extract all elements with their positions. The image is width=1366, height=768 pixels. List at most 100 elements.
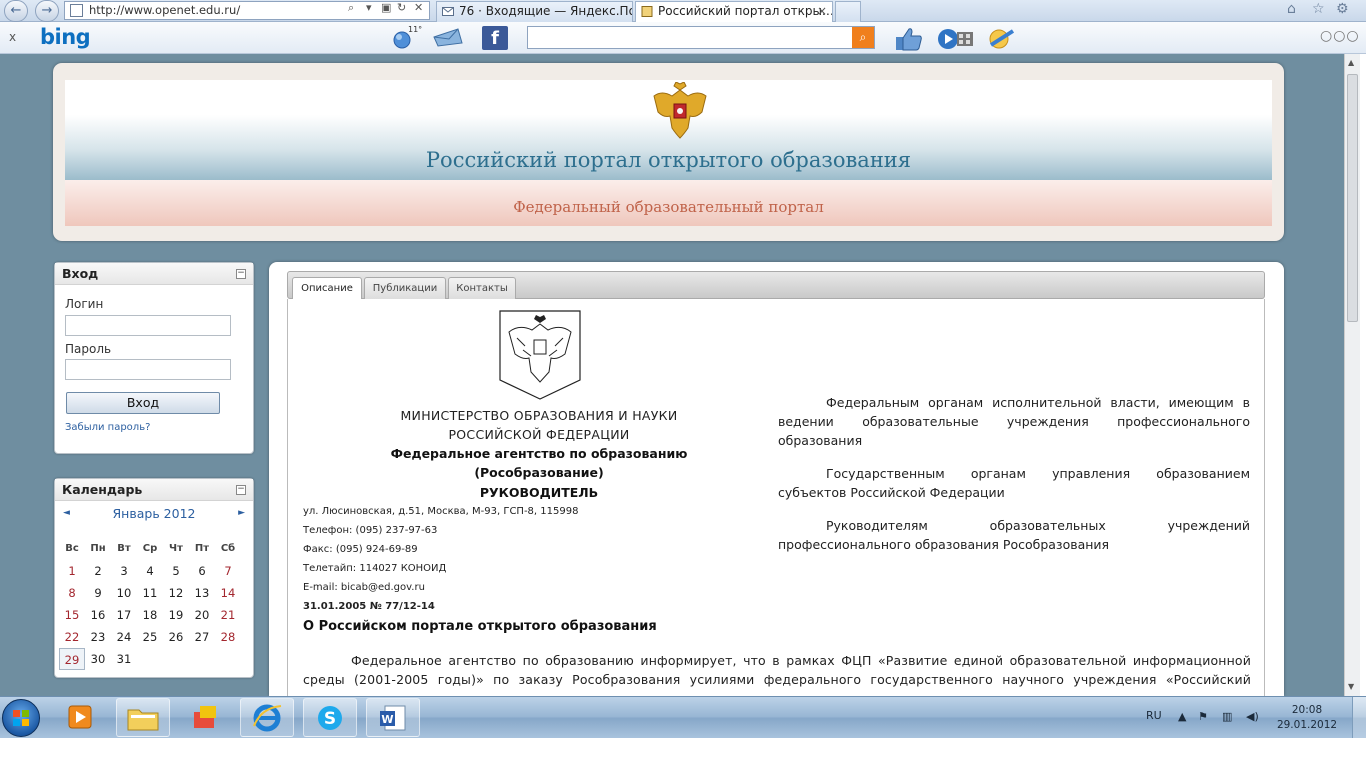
calendar-title: Календарь xyxy=(55,479,253,501)
new-tab-button[interactable] xyxy=(835,1,861,22)
calendar-day-today[interactable]: 29 xyxy=(59,648,85,670)
password-field[interactable] xyxy=(65,359,231,380)
translate-icon[interactable] xyxy=(985,27,1019,57)
screen: ← → http://www.openet.edu.ru/ ⌕ ▾ ▣ ↻ ✕ … xyxy=(0,0,1366,768)
toolbar-close-icon[interactable]: x xyxy=(9,30,16,44)
body-line-2: среды (2001-2005 годы)» по заказу Рособр… xyxy=(303,672,1251,687)
volume-icon[interactable]: ◀) xyxy=(1246,710,1259,723)
calendar-day[interactable]: 15 xyxy=(59,604,85,626)
home-icon[interactable]: ⌂ xyxy=(1287,1,1296,17)
video-icon[interactable] xyxy=(937,27,975,57)
calendar-day[interactable]: 8 xyxy=(59,582,85,604)
facebook-icon[interactable]: f xyxy=(482,26,508,50)
calendar-day[interactable]: 4 xyxy=(137,560,163,582)
tab-description[interactable]: Описание xyxy=(292,277,362,301)
search-icon[interactable]: ⌕ xyxy=(852,27,874,48)
paint-app-icon[interactable] xyxy=(178,698,232,737)
address-line: ул. Люсиновская, д.51, Москва, М-93, ГСП… xyxy=(303,506,579,517)
calendar-day[interactable]: 24 xyxy=(111,626,137,648)
language-indicator[interactable]: RU xyxy=(1146,709,1162,722)
stop-icon[interactable]: ✕ xyxy=(414,1,423,14)
collapse-icon[interactable]: − xyxy=(236,485,246,495)
calendar-day[interactable]: 28 xyxy=(215,626,241,648)
calendar-day[interactable]: 11 xyxy=(137,582,163,604)
show-hidden-icons-icon[interactable]: ▲ xyxy=(1178,710,1186,723)
calendar-day[interactable]: 1 xyxy=(59,560,85,582)
calendar-day[interactable]: 18 xyxy=(137,604,163,626)
login-button[interactable]: Вход xyxy=(66,392,220,414)
vertical-scrollbar[interactable]: ▲ ▼ xyxy=(1344,54,1360,696)
gear-icon[interactable]: ⚙ xyxy=(1336,1,1349,17)
calendar-day[interactable]: 16 xyxy=(85,604,111,626)
bing-toolbar: x bing 11° f ⌕ ○○○ xyxy=(0,22,1366,54)
mail-icon[interactable] xyxy=(432,27,464,53)
close-icon[interactable]: × xyxy=(817,2,827,21)
tab-publications[interactable]: Публикации xyxy=(364,277,446,300)
calendar-day[interactable]: 6 xyxy=(189,560,215,582)
back-button[interactable]: ← xyxy=(4,0,28,22)
forgot-password-link[interactable]: Забыли пароль? xyxy=(65,422,150,433)
media-player-icon[interactable] xyxy=(53,698,107,737)
document-number: 31.01.2005 № 77/12-14 xyxy=(303,601,435,612)
calendar-day[interactable]: 12 xyxy=(163,582,189,604)
favorites-star-icon[interactable]: ☆ xyxy=(1312,1,1325,17)
portal-title: Российский портал открытого образования xyxy=(425,148,912,172)
scroll-up-icon[interactable]: ▲ xyxy=(1348,58,1354,67)
tab-yandex-mail[interactable]: 76 · Входящие — Яндекс.Почта xyxy=(436,1,633,22)
email-line: E-mail: bicab@ed.gov.ru xyxy=(303,582,425,593)
calendar-day[interactable]: 5 xyxy=(163,560,189,582)
compat-view-icon[interactable]: ▣ xyxy=(381,1,391,14)
calendar-day[interactable]: 27 xyxy=(189,626,215,648)
calendar-weekday: Пт xyxy=(194,543,210,554)
forward-button[interactable]: → xyxy=(35,0,59,22)
password-label: Пароль xyxy=(65,342,112,356)
network-icon[interactable]: ▥ xyxy=(1222,710,1232,723)
next-month-icon[interactable]: ► xyxy=(238,508,245,518)
bing-search-input[interactable]: ⌕ xyxy=(527,26,875,49)
calendar-day[interactable]: 25 xyxy=(137,626,163,648)
refresh-icon[interactable]: ↻ xyxy=(397,1,406,14)
address-url: http://www.openet.edu.ru/ xyxy=(89,3,241,17)
address-bar[interactable]: http://www.openet.edu.ru/ xyxy=(64,1,430,20)
start-button[interactable] xyxy=(2,699,40,737)
login-field[interactable] xyxy=(65,315,231,336)
svg-text:S: S xyxy=(324,709,336,729)
calendar-day[interactable]: 14 xyxy=(215,582,241,604)
calendar-day[interactable]: 10 xyxy=(111,582,137,604)
calendar-day[interactable]: 23 xyxy=(85,626,111,648)
windows-taskbar: S W RU ▲ ⚑ ▥ ◀) 20:08 29.01.2012 xyxy=(0,696,1366,739)
calendar-day[interactable]: 13 xyxy=(189,582,215,604)
tab-openet-portal[interactable]: Российский портал откры… × xyxy=(635,1,833,22)
explorer-folder-icon[interactable] xyxy=(116,698,170,737)
calendar-day[interactable]: 26 xyxy=(163,626,189,648)
dropdown-icon[interactable]: ▾ xyxy=(366,1,372,14)
prev-month-icon[interactable]: ◄ xyxy=(63,508,70,518)
calendar-day[interactable]: 2 xyxy=(85,560,111,582)
calendar-day[interactable]: 17 xyxy=(111,604,137,626)
system-clock[interactable]: 20:08 29.01.2012 xyxy=(1272,703,1342,733)
tab-contacts[interactable]: Контакты xyxy=(448,277,516,300)
scrollbar-thumb[interactable] xyxy=(1347,74,1358,322)
word-icon[interactable]: W xyxy=(366,698,420,737)
weather-temp: 11° xyxy=(408,25,423,34)
thumbs-up-icon[interactable] xyxy=(893,27,925,57)
calendar-day[interactable]: 30 xyxy=(85,648,111,670)
calendar-day[interactable]: 3 xyxy=(111,560,137,582)
login-box-title: Вход xyxy=(55,263,253,285)
internet-explorer-icon[interactable] xyxy=(240,698,294,737)
action-center-flag-icon[interactable]: ⚑ xyxy=(1198,710,1208,723)
calendar-day[interactable]: 21 xyxy=(215,604,241,626)
search-icon[interactable]: ⌕ xyxy=(348,1,354,15)
calendar-day[interactable]: 20 xyxy=(189,604,215,626)
site-header: Российский портал открытого образования … xyxy=(53,63,1284,241)
show-desktop-button[interactable] xyxy=(1352,697,1366,739)
collapse-icon[interactable]: − xyxy=(236,269,246,279)
calendar-day[interactable]: 9 xyxy=(85,582,111,604)
scroll-down-icon[interactable]: ▼ xyxy=(1348,682,1354,691)
more-icon[interactable]: ○○○ xyxy=(1320,28,1360,44)
skype-icon[interactable]: S xyxy=(303,698,357,737)
calendar-day[interactable]: 19 xyxy=(163,604,189,626)
calendar-day[interactable]: 7 xyxy=(215,560,241,582)
calendar-day[interactable]: 31 xyxy=(111,648,137,670)
calendar-day[interactable]: 22 xyxy=(59,626,85,648)
